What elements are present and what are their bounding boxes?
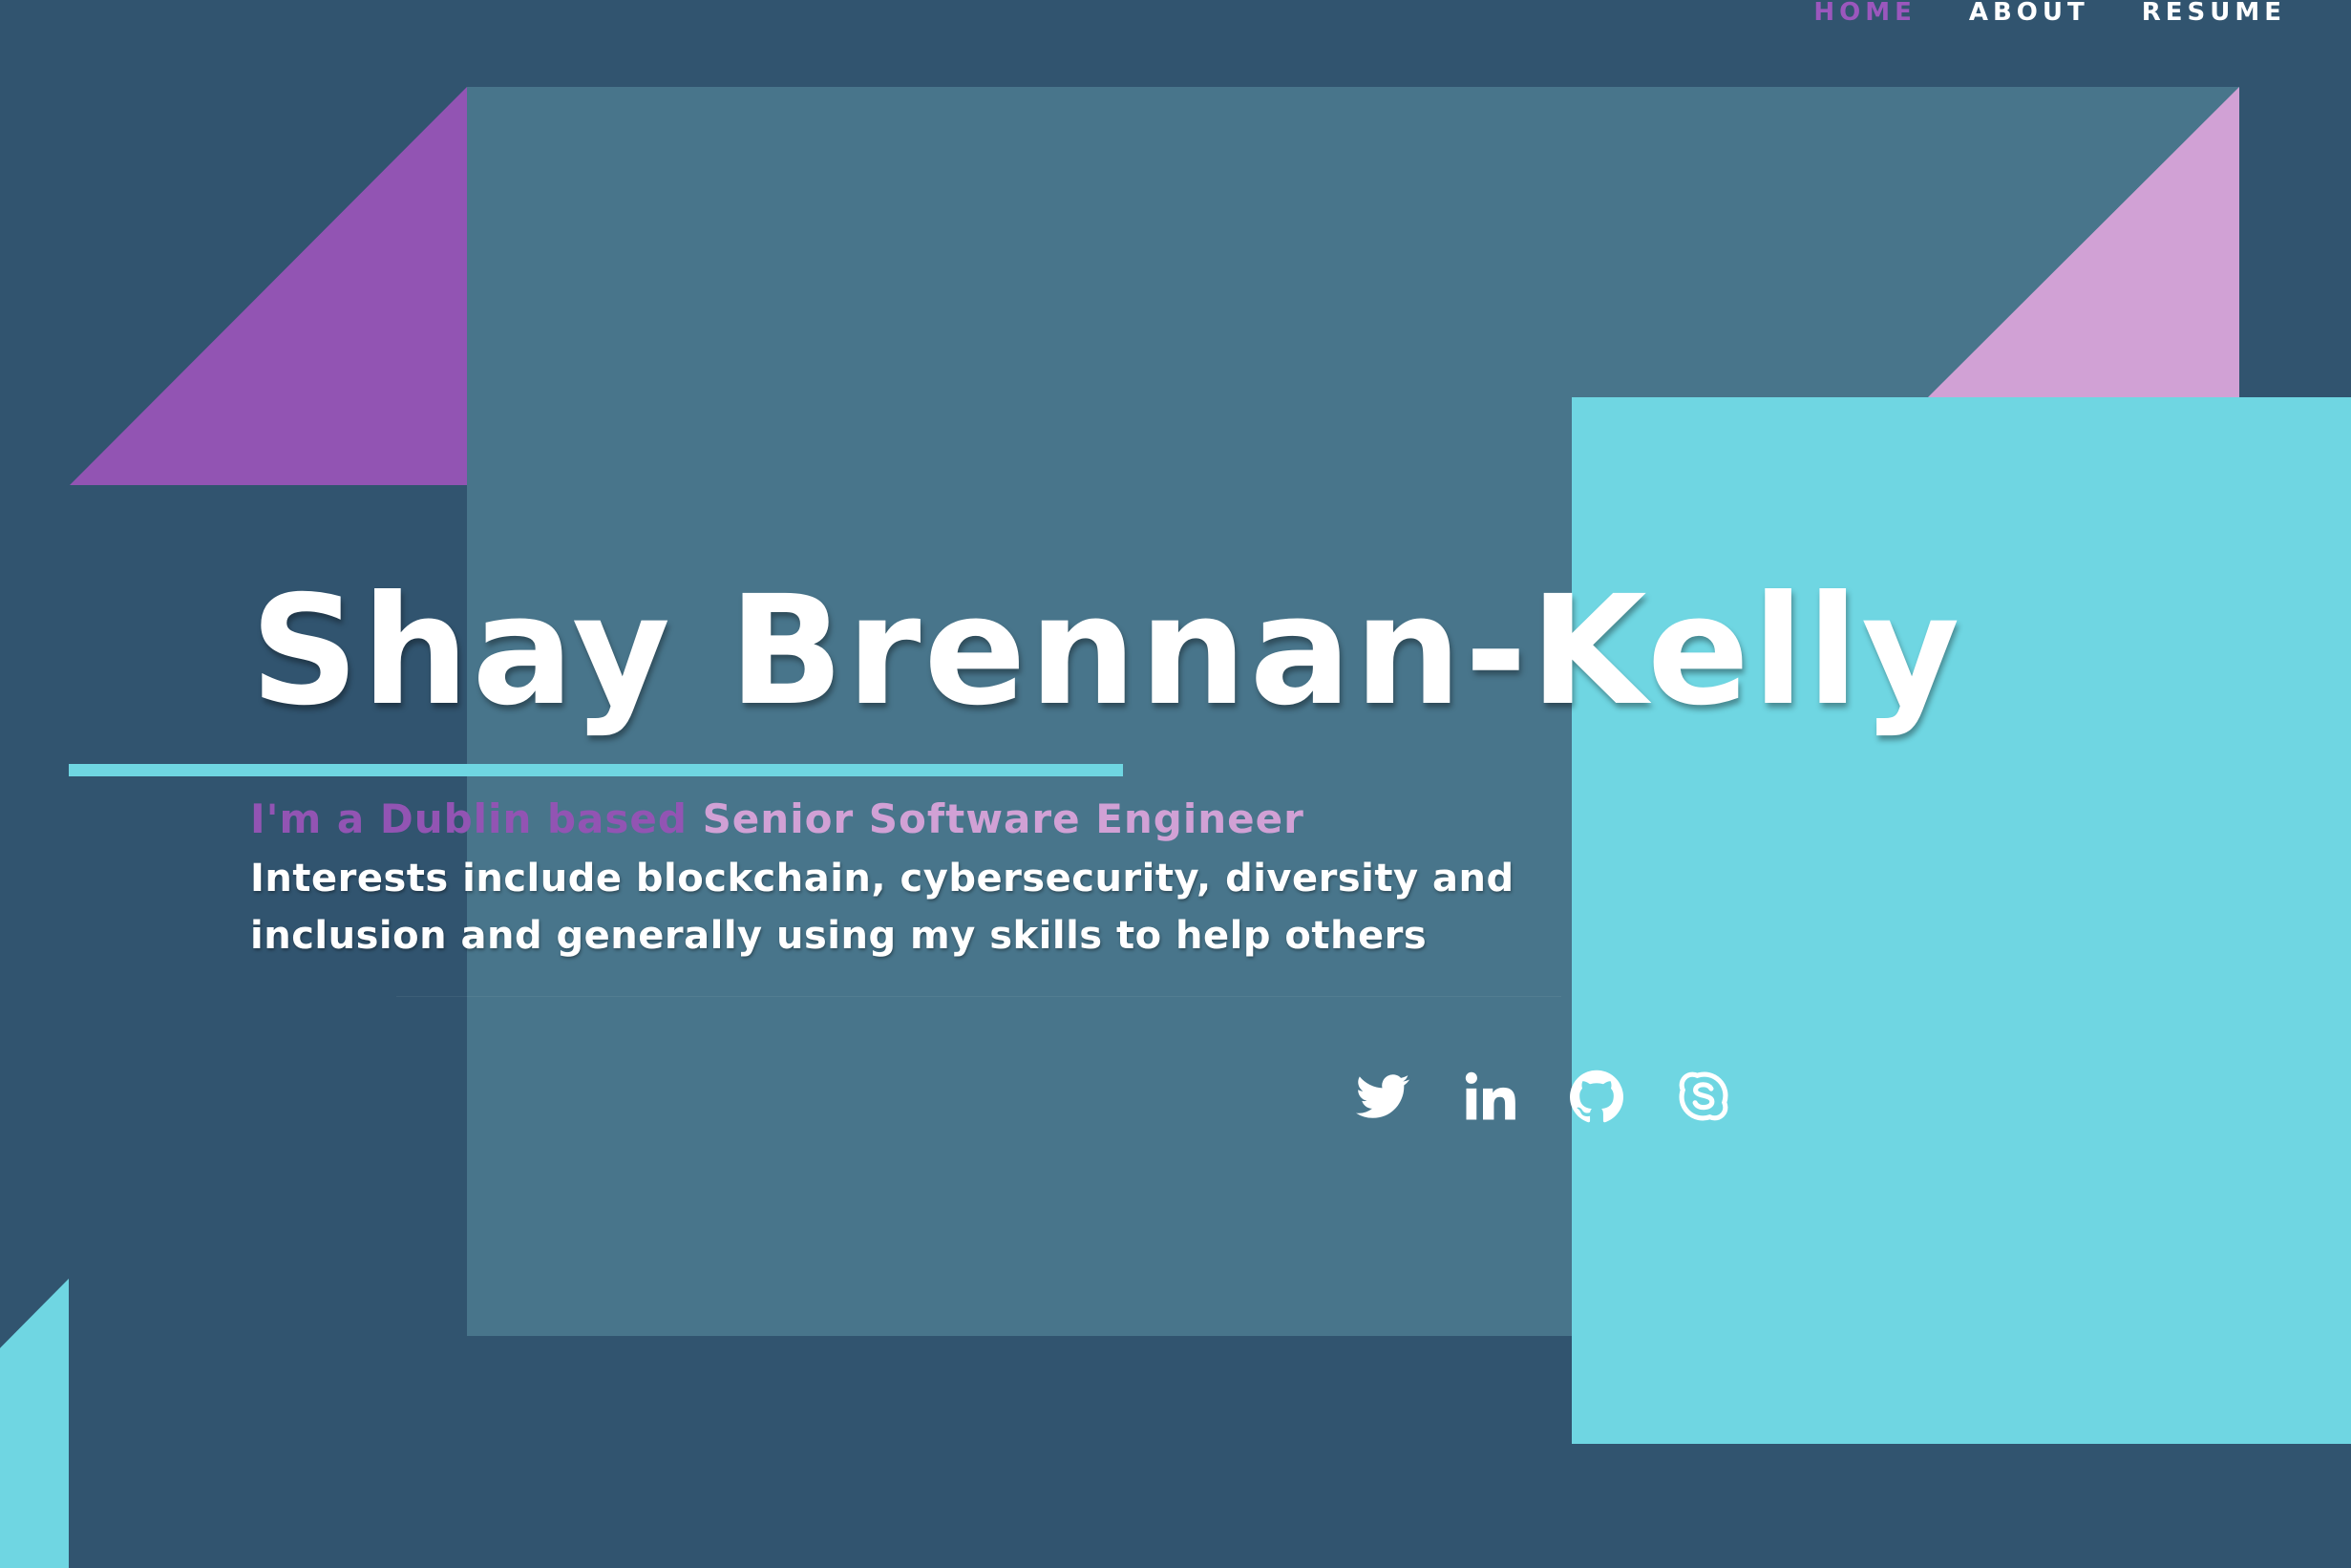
main-nav: HOME ABOUT RESUME bbox=[1813, 0, 2286, 25]
social-links bbox=[1356, 1070, 1730, 1123]
twitter-link[interactable] bbox=[1356, 1070, 1409, 1123]
bio-text: Interests include blockchain, cybersecur… bbox=[250, 857, 1514, 958]
title-underline bbox=[69, 764, 1123, 776]
tagline-prefix: I'm a Dublin based bbox=[250, 795, 688, 842]
nav-resume-link[interactable]: RESUME bbox=[2142, 0, 2286, 25]
github-link[interactable] bbox=[1570, 1070, 1623, 1123]
page-title: Shay Brennan-Kelly bbox=[250, 563, 1963, 739]
nav-home-link[interactable]: HOME bbox=[1813, 0, 1917, 25]
skype-icon bbox=[1679, 1071, 1728, 1121]
section-divider bbox=[396, 996, 1561, 997]
tagline: I'm a Dublin based Senior Software Engin… bbox=[250, 794, 1304, 845]
github-icon bbox=[1570, 1070, 1623, 1123]
skype-link[interactable] bbox=[1677, 1070, 1730, 1123]
cyan-corner-decoration bbox=[0, 1279, 69, 1568]
twitter-icon bbox=[1356, 1074, 1409, 1118]
linkedin-icon bbox=[1465, 1071, 1515, 1120]
linkedin-link[interactable] bbox=[1463, 1070, 1516, 1123]
purple-triangle-decoration bbox=[70, 87, 467, 485]
nav-about-link[interactable]: ABOUT bbox=[1969, 0, 2089, 25]
tagline-role: Senior Software Engineer bbox=[702, 795, 1304, 842]
